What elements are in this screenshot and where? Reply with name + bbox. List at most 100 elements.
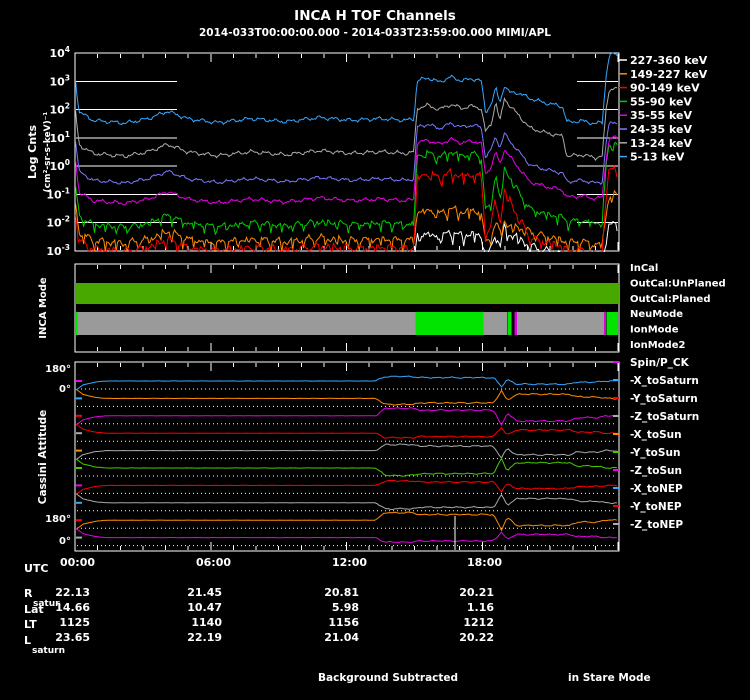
attitude-trace-line — [75, 375, 617, 391]
y-tick-label: 10-3 — [46, 243, 70, 258]
table-value: 23.65 — [55, 631, 90, 644]
utc-tick-label: 00:00 — [60, 556, 95, 569]
table-value: 1212 — [463, 616, 494, 629]
mode-legend-label: IonMode — [630, 325, 679, 336]
attitude-legend-label: -Y_toSun — [630, 447, 680, 459]
attitude-legend-label: -X_toSaturn — [630, 375, 699, 387]
footer-background-subtracted: Background Subtracted — [318, 672, 458, 684]
y-tick-label: 104 — [49, 45, 70, 60]
tof-frame — [74, 52, 620, 252]
attitude-legend-label: Spin/P_CK — [630, 357, 690, 369]
tof-legend: 227-360 keV149-227 keV90-149 keV55-90 ke… — [619, 54, 708, 164]
attitude-trace-line — [75, 528, 617, 544]
mode-bar-segment-IonMode — [606, 312, 618, 335]
tof-legend-label: 24-35 keV — [630, 123, 692, 136]
table-value: 22.19 — [187, 631, 222, 644]
mode-bar-segment-IonMode — [75, 312, 78, 335]
mode-bar-segment-IonMode2 — [603, 312, 607, 335]
attitude-trace-line — [75, 493, 617, 511]
tof-y-axis-label: Log Cnts — [26, 125, 39, 179]
mode-bar-segment-NeuMode — [77, 312, 416, 335]
footer-stare-mode: in Stare Mode — [568, 672, 651, 684]
y-tick-label: 10-2 — [46, 215, 70, 230]
tof-series-line — [75, 86, 618, 161]
utc-tick-label: 12:00 — [332, 556, 367, 569]
mode-legend: InCal OutCal:UnPlaned OutCal:Planed NeuMode… — [630, 263, 726, 351]
table-value: 21.45 — [187, 586, 222, 599]
plot-page: INCA H TOF Channels 2014-033T00:00:00.00… — [0, 0, 750, 700]
attitude-trace-line — [75, 423, 617, 439]
table-value: 14.66 — [55, 601, 90, 614]
attitude-legend: Spin/P_CK -X_toSaturn -Y_toSaturn -Z_toSatu… — [613, 357, 699, 531]
y-tick-label: 100 — [49, 158, 70, 173]
table-value: 1140 — [191, 616, 222, 629]
attitude-legend-label: -Z_toSun — [630, 465, 682, 477]
mode-legend-label: InCal — [630, 263, 658, 274]
attitude-trace-line — [75, 407, 618, 427]
y-tick-label: 10-1 — [46, 186, 70, 201]
attitude-trace-line — [75, 457, 618, 477]
table-value: 10.47 — [187, 601, 222, 614]
page-title: INCA H TOF Channels — [294, 8, 456, 24]
tof-legend-label: 55-90 keV — [630, 95, 692, 108]
attitude-y-tick-label: 0° — [59, 384, 71, 395]
tof-legend-label: 227-360 keV — [630, 54, 708, 67]
mode-bar-segment-IonMode — [415, 312, 484, 335]
tof-legend-label: 35-55 keV — [630, 109, 692, 122]
attitude-legend-label: -Z_toSaturn — [630, 411, 699, 423]
table-value: 1.16 — [467, 601, 494, 614]
mode-legend-label: NeuMode — [630, 309, 683, 320]
row-label-lat: Lat — [24, 603, 44, 616]
bottom-table: 00:00 06:00 12:00 18:00 22.13 21.45 20.81 20.21… — [55, 556, 502, 644]
attitude-legend-label: -Y_toNEP — [630, 501, 682, 513]
time-range-subtitle: 2014-033T00:00:00.000 - 2014-033T23:59:0… — [199, 27, 551, 39]
tof-legend-label: 5-13 keV — [630, 151, 685, 164]
row-label-r: R — [24, 587, 33, 600]
table-value: 1125 — [59, 616, 90, 629]
mode-panel — [75, 283, 619, 335]
tof-legend-label: 90-149 keV — [630, 82, 700, 95]
mode-bar-segment-NeuMode — [483, 312, 508, 335]
tof-panel: 104 103 102 101 100 10-1 10-2 10-3 — [46, 45, 618, 258]
table-value: 5.98 — [332, 601, 359, 614]
row-label-lt: LT — [24, 618, 37, 631]
tof-series-line — [75, 141, 618, 236]
y-tick-label: 102 — [49, 102, 70, 117]
tof-legend-label: 13-24 keV — [630, 137, 692, 150]
mode-bar-primary — [75, 283, 619, 304]
attitude-frame — [74, 361, 620, 552]
attitude-panel-label: Cassini Attitude — [37, 410, 49, 505]
tof-y-axis-units: (cm²-sr-s-keV)⁻¹ — [43, 112, 53, 193]
mode-bar-segment-IonMode — [508, 312, 512, 335]
attitude-trace-line — [75, 511, 618, 532]
table-value: 20.81 — [324, 586, 359, 599]
row-label-l-sub: saturn — [32, 646, 65, 656]
table-value: 20.21 — [459, 586, 494, 599]
table-value: 1156 — [328, 616, 359, 629]
attitude-y-tick-label: 180° — [45, 514, 71, 525]
y-tick-label: 101 — [49, 130, 70, 145]
row-label-l: L — [24, 634, 31, 647]
mode-panel-label: INCA Mode — [38, 277, 49, 339]
table-value: 21.04 — [324, 631, 359, 644]
tof-legend-label: 149-227 keV — [630, 68, 708, 81]
attitude-legend-label: -Y_toSaturn — [630, 393, 698, 405]
mode-legend-label: OutCal:Planed — [630, 294, 710, 305]
utc-tick-label: 06:00 — [196, 556, 231, 569]
mode-bar-segment-NeuMode — [516, 312, 604, 335]
y-tick-label: 103 — [49, 73, 70, 88]
attitude-panel: 180° 0° 180° 0° — [45, 364, 618, 550]
plot-panels: 10410310210110010-110-210-3227-360 keV14… — [45, 45, 726, 644]
table-value: 20.22 — [459, 631, 494, 644]
attitude-legend-label: -X_toSun — [630, 429, 682, 441]
attitude-legend-label: -X_toNEP — [630, 483, 683, 495]
tof-series-line — [75, 52, 618, 126]
mode-legend-label: OutCal:UnPlaned — [630, 278, 726, 289]
utc-tick-label: 18:00 — [467, 556, 502, 569]
attitude-legend-label: -Z_toNEP — [630, 519, 683, 531]
plot-canvas: INCA H TOF Channels 2014-033T00:00:00.00… — [24, 8, 726, 684]
tof-series-line — [75, 135, 618, 206]
attitude-trace-line — [75, 479, 618, 495]
attitude-y-tick-label: 180° — [45, 364, 71, 375]
row-label-utc: UTC — [24, 562, 49, 575]
